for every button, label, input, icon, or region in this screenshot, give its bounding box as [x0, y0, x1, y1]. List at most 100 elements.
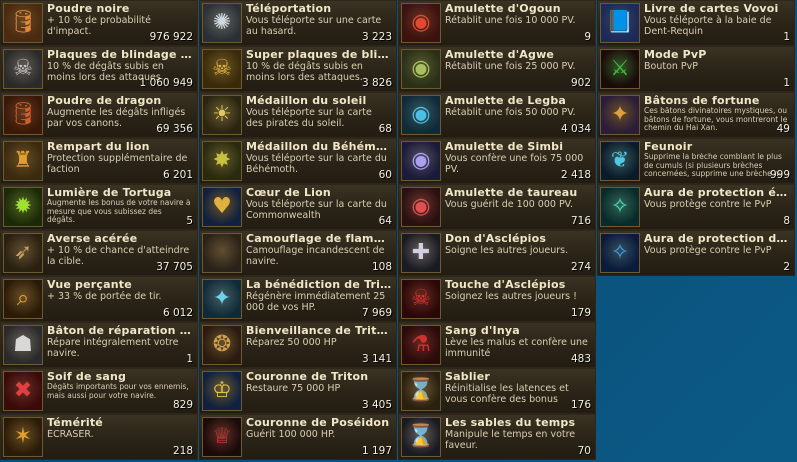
inventory-item[interactable]: ✺ Téléportation Vous téléporte sur une car…: [199, 0, 397, 46]
inventory-item[interactable]: ✚ Don d'Asclépios Soigne les autres joueur…: [398, 230, 596, 276]
item-count: 1: [783, 77, 790, 89]
book-icon: 📘: [600, 3, 640, 43]
item-name: La bénédiction de Triton: [246, 278, 392, 291]
inventory-item[interactable]: ♥ Cœur de Lion Vous téléporte sur la carte…: [199, 184, 397, 230]
item-name: Livre de cartes Vovoi: [644, 2, 779, 15]
item-name: Camouflage de flammes: [246, 232, 392, 245]
crossed-swords-icon: ⚔: [600, 49, 640, 89]
item-name: Touche d'Asclépios: [445, 278, 566, 291]
inventory-item[interactable]: ⚔ Mode PvP Bouton PvP 1: [597, 46, 795, 92]
inventory-item[interactable]: 🛢 Poudre de dragon Augmente les dégâts inf…: [0, 92, 198, 138]
item-description: Soigne les autres joueurs.: [445, 245, 569, 256]
item-name: Amulette d'Ogoun: [445, 2, 561, 15]
item-description: Guérit 100 000 HP.: [246, 429, 336, 440]
item-name: Médaillon du soleil: [246, 94, 367, 107]
blue-aura-icon: ✧: [600, 233, 640, 273]
inventory-item[interactable]: ✧ Aura de protection éph... Vous protège c…: [597, 184, 795, 230]
inventory-item[interactable]: ❂ Bienveillance de Triton Réparez 50 000 H…: [199, 322, 397, 368]
inventory-item[interactable]: ◉ Amulette d'Agwe Rétablit une fois 25 000…: [398, 46, 596, 92]
inventory-item[interactable]: ✖ Soif de sang Dégâts importants pour vos …: [0, 368, 198, 414]
item-description: + 33 % de portée de tir.: [47, 291, 162, 302]
empty-slot: [597, 414, 795, 460]
item-name: Poudre noire: [47, 2, 130, 15]
inventory-item[interactable]: ☠ Super plaques de blind... 10 % de dégâts…: [199, 46, 397, 92]
item-name: Amulette d'Agwe: [445, 48, 555, 61]
item-name: Lumière de Tortuga: [47, 186, 172, 199]
inventory-item[interactable]: ✶ Témérité ÉCRASER. 218: [0, 414, 198, 460]
inventory-item[interactable]: Camouflage de flammes Camouflage incandes…: [199, 230, 397, 276]
empty-slot: [597, 276, 795, 322]
inventory-item[interactable]: ☀ Médaillon du soleil Vous téléporte sur l…: [199, 92, 397, 138]
lion-heart-icon: ♥: [202, 187, 242, 227]
item-name: Mode PvP: [644, 48, 707, 61]
item-description: Répare intégralement votre navire.: [47, 337, 179, 359]
hourglass-icon: ⌛: [401, 371, 441, 411]
item-count: 1: [783, 31, 790, 43]
item-description: Manipule le temps en votre faveur.: [445, 429, 576, 451]
item-description: Vous protège contre le PvP: [644, 245, 772, 256]
inventory-item[interactable]: 📘 Livre de cartes Vovoi Vous téléporte à l…: [597, 0, 795, 46]
inventory-item[interactable]: ✧ Aura de protection dur... Vous protège c…: [597, 230, 795, 276]
item-name: Super plaques de blind...: [246, 48, 392, 61]
inventory-item[interactable]: ♕ Couronne de Poséidon Guérit 100 000 HP. 1…: [199, 414, 397, 460]
item-count: 4 034: [560, 123, 591, 135]
item-description: Augmente les bonus de votre navire à mes…: [47, 199, 191, 224]
inventory-item[interactable]: ♜ Rempart du lion Protection supplémentair…: [0, 138, 198, 184]
item-name: Bâton de réparation du...: [47, 324, 193, 337]
inventory-item[interactable]: ◉ Amulette de Legba Rétablit une fois 50 0…: [398, 92, 596, 138]
inventory-item[interactable]: ◉ Amulette d'Ogoun Rétablit une fois 10 00…: [398, 0, 596, 46]
item-count: 829: [172, 399, 193, 411]
item-description: Réinitialise les latences et vous confèr…: [445, 383, 569, 405]
skull-shield-icon: ☠: [3, 49, 43, 89]
inventory-item[interactable]: ❦ Feunoir Supprime la brèche comblant le p…: [597, 138, 795, 184]
item-count: 6 201: [162, 169, 193, 181]
item-name: Aura de protection éph...: [644, 186, 790, 199]
item-count: 60: [378, 169, 392, 181]
empty-slot: [597, 368, 795, 414]
item-name: Témérité: [47, 416, 103, 429]
bull-amulet-icon: ◉: [401, 187, 441, 227]
inventory-grid: 🛢 Poudre noire + 10 % de probabilité d'imp…: [0, 0, 796, 460]
item-count: 3 223: [361, 31, 392, 43]
item-name: Feunoir: [644, 140, 693, 153]
empty-slot: [597, 322, 795, 368]
dragon-barrel-icon: 🛢: [3, 95, 43, 135]
inventory-item[interactable]: ◉ Amulette de Simbi Vous confère une fois …: [398, 138, 596, 184]
inventory-item[interactable]: ◉ Amulette de taureau Vous guérit de 100 0…: [398, 184, 596, 230]
item-count: 3 141: [361, 353, 392, 365]
item-description: Rétablit une fois 25 000 PV.: [445, 61, 576, 72]
inventory-item[interactable]: ♔ Couronne de Triton Restaure 75 000 HP 3 4…: [199, 368, 397, 414]
item-count: 68: [378, 123, 392, 135]
item-count: 179: [570, 307, 591, 319]
item-description: Vous téléporte sur la carte du Commonwea…: [246, 199, 387, 221]
inventory-item[interactable]: ☠ Touche d'Asclépios Soignez les autres jo…: [398, 276, 596, 322]
bloodthirst-icon: ✖: [3, 371, 43, 411]
inventory-item[interactable]: ⌛ Les sables du temps Manipule le temps en…: [398, 414, 596, 460]
item-description: Réparez 50 000 HP: [246, 337, 337, 348]
item-count: 70: [577, 445, 591, 457]
item-count: 274: [570, 261, 591, 273]
item-count: 176: [570, 399, 591, 411]
item-description: Vous guérit de 100 000 PV.: [445, 199, 573, 210]
inventory-item[interactable]: ✹ Lumière de Tortuga Augmente les bonus de…: [0, 184, 198, 230]
inventory-item[interactable]: 🛢 Poudre noire + 10 % de probabilité d'imp…: [0, 0, 198, 46]
inventory-item[interactable]: ⌛ Sablier Réinitialise les latences et vou…: [398, 368, 596, 414]
item-description: Ces bâtons divinatoires mystiques, ou bâ…: [644, 107, 788, 132]
inventory-item[interactable]: ✸ Médaillon du Béhémoth Vous téléporte sur…: [199, 138, 397, 184]
item-count: 3 826: [361, 77, 392, 89]
inventory-item[interactable]: ✦ Bâtons de fortune Ces bâtons divinatoire…: [597, 92, 795, 138]
item-name: Amulette de taureau: [445, 186, 578, 199]
sun-medallion-icon: ☀: [202, 95, 242, 135]
item-description: Vous protège contre le PvP: [644, 199, 772, 210]
flame-camo-icon: [202, 233, 242, 273]
item-description: Vous téléporte sur la carte des pirates …: [246, 107, 372, 129]
inventory-item[interactable]: ⚗ Sang d'Inya Lève les malus et confère un…: [398, 322, 596, 368]
inventory-item[interactable]: ➶ Averse acérée + 10 % de chance d'atteind…: [0, 230, 198, 276]
inventory-item[interactable]: ⌕ Vue perçante + 33 % de portée de tir. 6 0…: [0, 276, 198, 322]
inventory-item[interactable]: ☗ Bâton de réparation du... Répare intégra…: [0, 322, 198, 368]
item-count: 9: [584, 31, 591, 43]
item-count: 6 012: [162, 307, 193, 319]
inventory-item[interactable]: ✦ La bénédiction de Triton Régénère immédi…: [199, 276, 397, 322]
inventory-item[interactable]: ☠ Plaques de blindage d'... 10 % de dégâts…: [0, 46, 198, 92]
blood-vial-icon: ⚗: [401, 325, 441, 365]
